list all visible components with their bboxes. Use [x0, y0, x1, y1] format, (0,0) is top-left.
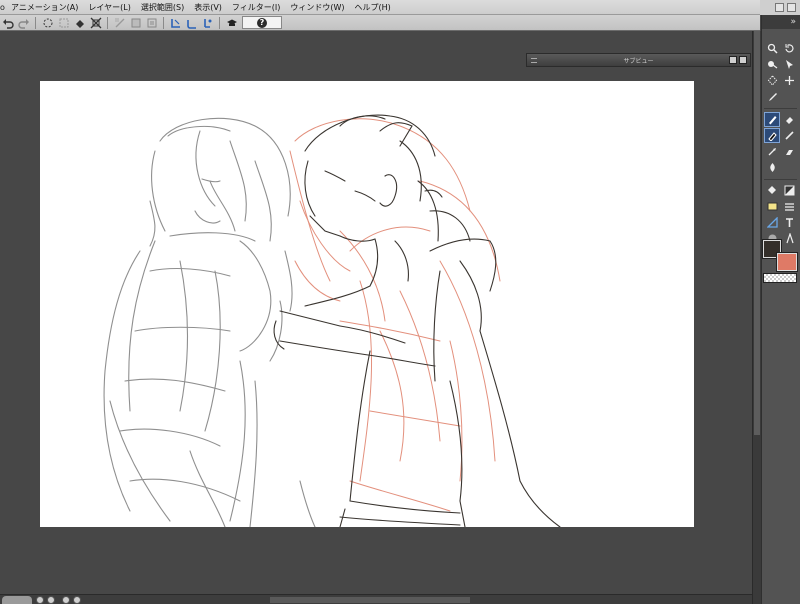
left-figure-sketch: [103, 117, 316, 527]
flip-view-icon[interactable]: [73, 596, 81, 604]
redo-icon[interactable]: [16, 16, 31, 30]
tool-grid: [764, 41, 798, 246]
menu-layer[interactable]: レイヤー(L): [83, 0, 135, 15]
canvas-workspace[interactable]: サブビュー: [0, 32, 752, 594]
horizontal-scroll-thumb[interactable]: [270, 597, 470, 603]
special-ruler-icon[interactable]: [168, 16, 183, 30]
subview-panel-header[interactable]: サブビュー: [526, 53, 751, 67]
menu-help[interactable]: ヘルプ(H): [350, 0, 396, 15]
correct-line-icon[interactable]: [781, 231, 797, 246]
help-button[interactable]: ?: [242, 16, 282, 29]
transform-icon[interactable]: [40, 16, 55, 30]
eraser-icon[interactable]: [781, 112, 797, 127]
panel-minimize-button[interactable]: [729, 56, 737, 64]
sub-color-swatch[interactable]: [777, 253, 797, 271]
separator: [163, 16, 164, 29]
clear-selection-icon[interactable]: [56, 16, 71, 30]
menu-bar: ο アニメーション(A) レイヤー(L) 選択範囲(S) 表示(V) フィルター…: [0, 0, 800, 15]
menu-window[interactable]: ウィンドウ(W): [285, 0, 349, 15]
tool-group-separator: [764, 176, 797, 180]
right-figure-lineart: [273, 114, 561, 527]
brush-icon[interactable]: [764, 144, 780, 159]
zoom-out-icon[interactable]: [36, 596, 44, 604]
text-icon[interactable]: [781, 215, 797, 230]
panel-grip-icon[interactable]: [531, 58, 537, 63]
zoom-icon[interactable]: [764, 41, 780, 56]
pen-icon[interactable]: [764, 112, 780, 127]
help-icon: ?: [257, 17, 267, 28]
subview-title: サブビュー: [623, 57, 654, 65]
lasso-icon[interactable]: [764, 73, 780, 88]
empty-slot-2: [781, 160, 797, 175]
menu-view[interactable]: 表示(V): [189, 0, 227, 15]
cap-icon[interactable]: [224, 16, 239, 30]
sketch-drawing: [103, 114, 561, 527]
ruler-snap-blue-icon[interactable]: [184, 16, 199, 30]
ruler-icon[interactable]: [764, 215, 780, 230]
menu-animation[interactable]: アニメーション(A): [6, 0, 83, 15]
blend-icon[interactable]: [764, 160, 780, 175]
separator: [35, 16, 36, 29]
ruler-snap-icon[interactable]: [128, 16, 143, 30]
tool-palette: »: [761, 15, 800, 604]
eyedropper-icon[interactable]: [764, 89, 780, 104]
bottom-bar: [0, 594, 752, 604]
palette-collapse-button[interactable]: »: [762, 15, 800, 29]
command-bar: ?: [0, 15, 760, 31]
canvas-paper[interactable]: [40, 81, 694, 527]
separator: [219, 16, 220, 29]
navigator-tab[interactable]: [2, 596, 32, 604]
menu-filter[interactable]: フィルター(I): [227, 0, 285, 15]
airbrush-icon[interactable]: [781, 144, 797, 159]
snap-icon[interactable]: [112, 16, 127, 30]
vertical-scrollbar[interactable]: [752, 31, 761, 604]
red-construction-lines: [289, 118, 501, 512]
fill-icon[interactable]: [764, 183, 780, 198]
window-controls: [760, 0, 800, 15]
transparent-color-swatch[interactable]: [763, 273, 797, 283]
figure-icon[interactable]: [781, 199, 797, 214]
minimize-button[interactable]: [775, 3, 784, 12]
tool-group-separator: [764, 105, 797, 109]
move-icon[interactable]: [88, 16, 103, 30]
close-button[interactable]: [787, 3, 796, 12]
menu-selection[interactable]: 選択範囲(S): [136, 0, 189, 15]
panel-close-button[interactable]: [739, 56, 747, 64]
operation-icon[interactable]: [781, 57, 797, 72]
gradient-icon[interactable]: [781, 183, 797, 198]
pencil-icon[interactable]: [764, 128, 780, 143]
magnet-icon[interactable]: [144, 16, 159, 30]
separator: [107, 16, 108, 29]
fill-icon[interactable]: [72, 16, 87, 30]
marker-icon[interactable]: [781, 128, 797, 143]
hand-icon[interactable]: [764, 57, 780, 72]
zoom-in-icon[interactable]: [47, 596, 55, 604]
frame-icon[interactable]: [764, 199, 780, 214]
rotate-view-icon[interactable]: [62, 596, 70, 604]
rotate-icon[interactable]: [781, 41, 797, 56]
grid-snap-icon[interactable]: [200, 16, 215, 30]
panel-controls: [729, 56, 747, 64]
move-layer-icon[interactable]: [781, 73, 797, 88]
undo-icon[interactable]: [0, 16, 15, 30]
empty-slot: [781, 89, 797, 104]
vertical-scroll-thumb[interactable]: [754, 31, 760, 435]
